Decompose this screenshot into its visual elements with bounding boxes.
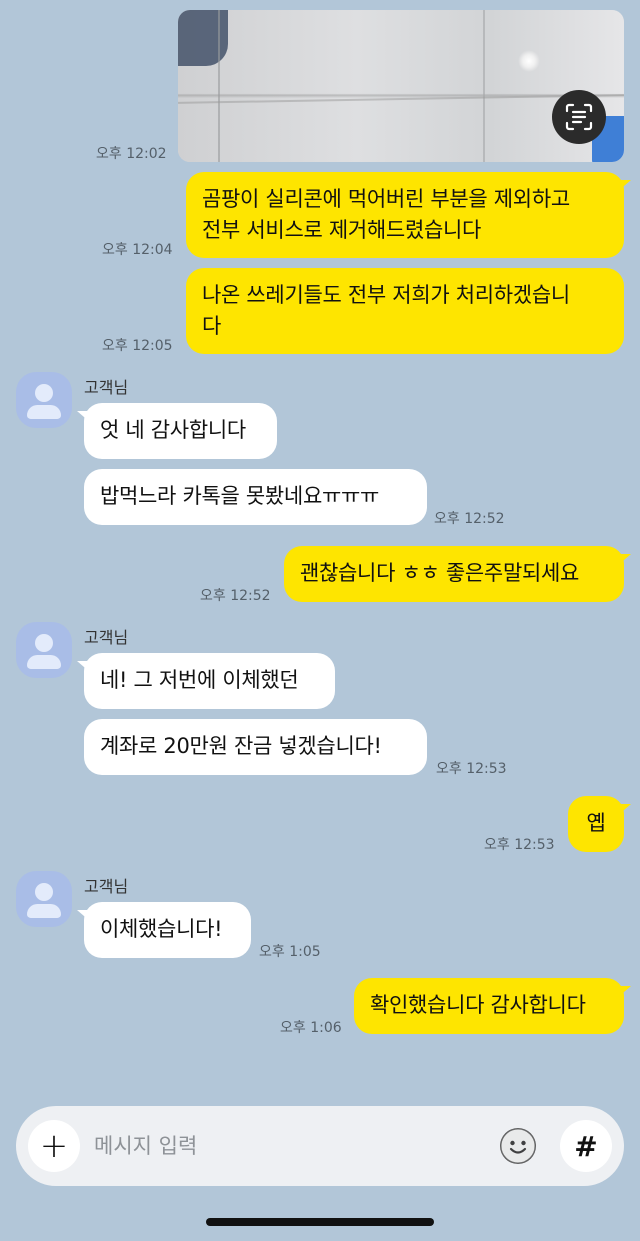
their-message-bubble[interactable]: 엇 네 감사합니다	[77, 403, 277, 459]
my-message-bubble[interactable]: 곰팡이 실리콘에 먹어버린 부분을 제외하고 전부 서비스로 제거해드렸습니다	[186, 172, 631, 258]
message-text: 괜찮습니다 ㅎㅎ 좋은주말되세요	[300, 561, 580, 585]
home-indicator[interactable]	[206, 1218, 434, 1226]
avatar[interactable]	[16, 372, 72, 428]
message-time: 오후 1:06	[280, 1020, 342, 1036]
message-text: 확인했습니다 감사합니다	[370, 993, 586, 1017]
message-text-line: 나온 쓰레기들도 전부 저희가 처리하겠습니	[202, 283, 570, 307]
message-time: 오후 12:52	[200, 588, 271, 604]
message-text: 계좌로 20만원 잔금 넣겠습니다!	[100, 734, 382, 758]
tile-line	[218, 10, 220, 162]
person-icon-body	[27, 405, 61, 419]
light-reflection	[518, 50, 540, 72]
sender-name: 고객님	[84, 877, 129, 896]
message-text: 이체했습니다!	[100, 917, 223, 941]
message-time: 오후 12:05	[102, 338, 173, 354]
hashtag-search-button[interactable]: #	[560, 1120, 612, 1172]
person-icon-body	[27, 904, 61, 918]
their-message-bubble[interactable]: 계좌로 20만원 잔금 넣겠습니다!	[84, 719, 427, 775]
message-text-line: 곰팡이 실리콘에 먹어버린 부분을 제외하고	[202, 187, 570, 211]
message-text: 옙	[586, 811, 606, 835]
message-input-bar: + 메시지 입력 #	[16, 1106, 624, 1186]
person-icon	[35, 883, 53, 901]
person-icon	[35, 384, 53, 402]
message-text-line: 다	[202, 314, 222, 338]
sender-name: 고객님	[84, 628, 129, 647]
my-message-bubble[interactable]: 확인했습니다 감사합니다	[354, 978, 631, 1034]
message-text: 밥먹느라 카톡을 못봤네요ㅠㅠㅠ	[100, 484, 380, 508]
message-time: 오후 1:05	[259, 944, 321, 960]
message-time: 오후 12:52	[434, 511, 505, 527]
message-time: 오후 12:53	[484, 837, 555, 853]
text-scan-icon[interactable]	[552, 90, 606, 144]
their-message-bubble[interactable]: 밥먹느라 카톡을 못봤네요ㅠㅠㅠ	[84, 469, 427, 525]
message-time: 오후 12:02	[96, 146, 167, 162]
person-icon-body	[27, 655, 61, 669]
my-message-bubble[interactable]: 괜찮습니다 ㅎㅎ 좋은주말되세요	[284, 546, 631, 602]
photo-message[interactable]	[178, 10, 624, 162]
photo-content	[178, 10, 624, 162]
tile-line	[483, 10, 485, 162]
their-message-bubble[interactable]: 이체했습니다!	[77, 902, 251, 958]
avatar[interactable]	[16, 871, 72, 927]
their-message-bubble[interactable]: 네! 그 저번에 이체했던	[77, 653, 335, 709]
message-input[interactable]: 메시지 입력	[94, 1130, 197, 1160]
message-time: 오후 12:04	[102, 242, 173, 258]
message-time: 오후 12:53	[436, 761, 507, 777]
my-message-bubble[interactable]: 옙	[568, 796, 631, 852]
message-text-line: 전부 서비스로 제거해드렸습니다	[202, 218, 482, 242]
photo-detail	[178, 10, 228, 66]
my-message-bubble[interactable]: 나온 쓰레기들도 전부 저희가 처리하겠습니 다	[186, 268, 624, 354]
person-icon	[35, 634, 53, 652]
message-text: 네! 그 저번에 이체했던	[100, 668, 299, 692]
message-text: 엇 네 감사합니다	[100, 418, 246, 442]
emoji-icon[interactable]	[500, 1128, 536, 1164]
attach-plus-button[interactable]: +	[28, 1120, 80, 1172]
avatar[interactable]	[16, 622, 72, 678]
sender-name: 고객님	[84, 378, 129, 397]
